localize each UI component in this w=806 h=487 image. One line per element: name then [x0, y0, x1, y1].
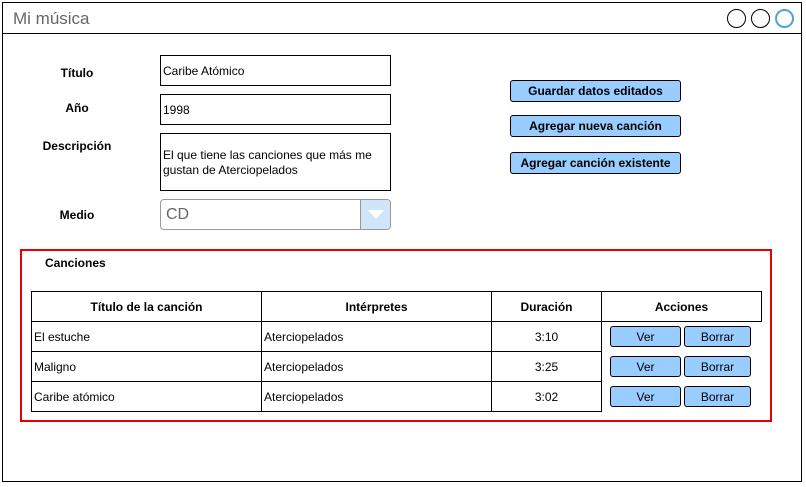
- window-title: Mi música: [13, 9, 90, 28]
- minimize-button[interactable]: [727, 9, 746, 28]
- borrar-button[interactable]: Borrar: [684, 386, 751, 407]
- agregar-cancion-existente-button[interactable]: Agregar canción existente: [510, 152, 681, 174]
- anio-label: Año: [65, 101, 89, 115]
- dropdown-arrow[interactable]: [360, 200, 390, 229]
- cell-interpretes: Aterciopelados: [261, 381, 492, 412]
- medio-select-value: CD: [166, 206, 190, 223]
- close-button[interactable]: [775, 9, 794, 28]
- col-header-interpretes: Intérpretes: [261, 291, 492, 322]
- title-bar: Mi música: [3, 3, 801, 34]
- titulo-label: Título: [60, 66, 94, 80]
- agregar-nueva-cancion-button[interactable]: Agregar nueva canción: [510, 115, 681, 137]
- borrar-button[interactable]: Borrar: [684, 326, 751, 347]
- medio-label: Medio: [59, 208, 95, 222]
- maximize-button[interactable]: [751, 9, 770, 28]
- descripcion-field[interactable]: El que tiene las canciones que más me gu…: [160, 133, 391, 191]
- col-header-acciones: Acciones: [601, 291, 762, 322]
- guardar-datos-button[interactable]: Guardar datos editados: [510, 80, 681, 102]
- titulo-field[interactable]: Caribe Atómico: [160, 55, 391, 86]
- borrar-button[interactable]: Borrar: [684, 356, 751, 377]
- cell-titulo: Caribe atómico: [31, 381, 262, 412]
- cell-titulo: El estuche: [31, 321, 262, 352]
- ver-button[interactable]: Ver: [610, 386, 681, 407]
- ver-button[interactable]: Ver: [610, 356, 681, 377]
- cell-interpretes: Aterciopelados: [261, 321, 492, 352]
- chevron-down-icon: [367, 210, 384, 219]
- descripcion-label: Descripción: [42, 139, 112, 153]
- col-header-titulo: Título de la canción: [31, 291, 262, 322]
- medio-select[interactable]: CD: [160, 199, 391, 230]
- ver-button[interactable]: Ver: [610, 326, 681, 347]
- cell-duracion: 3:25: [491, 351, 602, 382]
- col-header-duracion: Duración: [491, 291, 602, 322]
- cell-interpretes: Aterciopelados: [261, 351, 492, 382]
- cell-duracion: 3:02: [491, 381, 602, 412]
- anio-field[interactable]: 1998: [160, 94, 391, 125]
- cell-titulo: Maligno: [31, 351, 262, 382]
- canciones-title: Canciones: [45, 256, 106, 270]
- cell-duracion: 3:10: [491, 321, 602, 352]
